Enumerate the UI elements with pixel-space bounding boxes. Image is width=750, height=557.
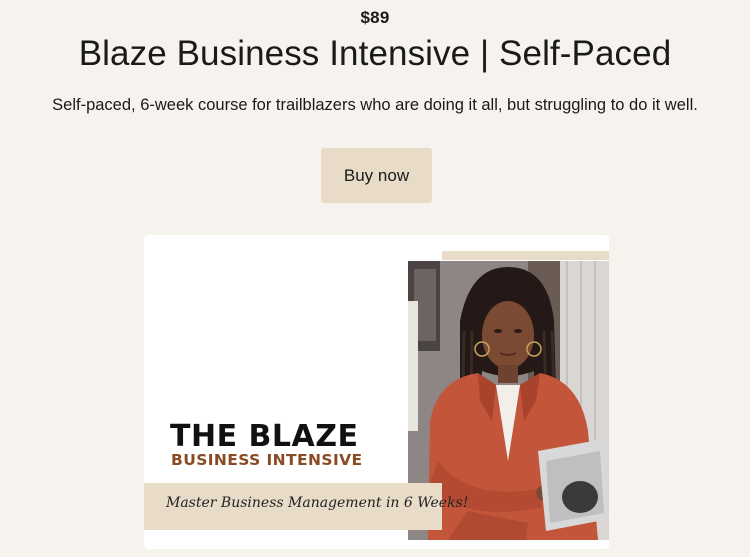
course-cover-image: THE BLAZE BUSINESS INTENSIVE Master Busi… bbox=[144, 235, 609, 549]
buy-now-button[interactable]: Buy now bbox=[321, 148, 432, 203]
product-description: Self-paced, 6-week course for trailblaze… bbox=[52, 96, 698, 114]
cover-tagline-band: Master Business Management in 6 Weeks! bbox=[144, 483, 469, 530]
cover-heading: THE BLAZE bbox=[170, 419, 359, 454]
cover-accent-bar bbox=[442, 251, 609, 260]
product-price: $89 bbox=[360, 8, 390, 27]
cover-subheading: BUSINESS INTENSIVE bbox=[171, 451, 363, 469]
product-title: Blaze Business Intensive | Self-Paced bbox=[78, 34, 672, 73]
cover-tagline: Master Business Management in 6 Weeks! bbox=[166, 495, 469, 511]
